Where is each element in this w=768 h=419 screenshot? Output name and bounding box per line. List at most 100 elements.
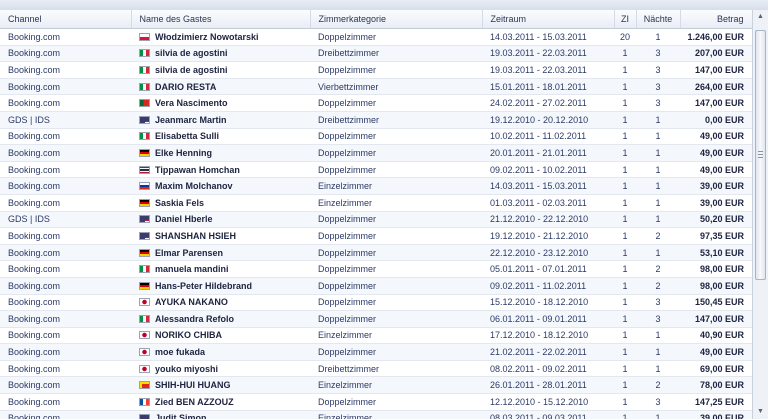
table-row[interactable]: Booking.com moe fukada Doppelzimmer 21.02.2…: [0, 343, 752, 361]
cell-zi: 1: [614, 260, 636, 278]
table-row[interactable]: Booking.com Saskia Fels Einzelzimmer 01.03.…: [0, 194, 752, 212]
cell-period: 21.02.2011 - 22.02.2011: [482, 343, 614, 361]
cell-period: 22.12.2010 - 23.12.2010: [482, 244, 614, 262]
cell-channel: Booking.com: [0, 260, 131, 278]
cell-category: Dreibettzimmer: [310, 45, 482, 63]
cell-zi: 1: [614, 393, 636, 411]
table-row[interactable]: Booking.com Alessandra Refolo Doppelzimmer…: [0, 310, 752, 328]
cell-nights: 1: [636, 343, 680, 361]
column-header-category[interactable]: Zimmerkategorie: [310, 10, 483, 29]
table-row[interactable]: Booking.com Maxim Molchanov Einzelzimmer 14…: [0, 177, 752, 195]
cell-period: 14.03.2011 - 15.03.2011: [482, 28, 614, 46]
guest-name: Włodzimierz Nowotarski: [155, 31, 259, 42]
column-header-channel[interactable]: Channel: [0, 10, 132, 29]
china-flag-icon: [139, 381, 150, 390]
usa-flag-icon: [139, 231, 150, 240]
cell-zi: 1: [614, 294, 636, 312]
scrollbar-thumb[interactable]: [755, 30, 766, 280]
guest-name: Saskia Fels: [155, 197, 205, 208]
cell-period: 08.02.2011 - 09.02.2011: [482, 360, 614, 378]
japan-flag-icon: [139, 331, 150, 340]
table-row[interactable]: GDS | IDS Jeanmarc Martin Dreibettzimmer 19…: [0, 111, 752, 129]
guest-name: Elisabetta Sulli: [155, 131, 220, 142]
cell-nights: 3: [636, 45, 680, 63]
table-row[interactable]: Booking.com SHIH-HUI HUANG Einzelzimmer 26.…: [0, 376, 752, 395]
cell-period: 15.01.2011 - 18.01.2011: [482, 78, 614, 96]
table-row[interactable]: Booking.com youko miyoshi Dreibettzimmer 08…: [0, 360, 752, 378]
guest-name: Elke Henning: [155, 147, 213, 158]
guest-name: AYUKA NAKANO: [155, 297, 228, 308]
cell-zi: 1: [614, 144, 636, 162]
table-row[interactable]: GDS | IDS Daniel Hberle Doppelzimmer 21.12.…: [0, 211, 752, 229]
column-header-zi[interactable]: ZI: [614, 10, 637, 29]
cell-nights: 3: [636, 393, 680, 411]
cell-amount: 147,25 EUR: [680, 393, 752, 411]
guest-name: Vera Nascimento: [155, 98, 228, 109]
cell-amount: 49,00 EUR: [680, 161, 752, 179]
column-header-period[interactable]: Zeitraum: [482, 10, 615, 29]
table-row[interactable]: Booking.com Judit Simon Einzelzimmer 08.03.…: [0, 410, 752, 419]
cell-channel: Booking.com: [0, 128, 131, 146]
germany-flag-icon: [139, 281, 150, 290]
table-row[interactable]: Booking.com Vera Nascimento Doppelzimmer 24…: [0, 94, 752, 112]
italy-flag-icon: [139, 132, 150, 141]
cell-channel: Booking.com: [0, 94, 131, 112]
table-row[interactable]: Booking.com Tippawan Homchan Doppelzimmer 0…: [0, 161, 752, 179]
cell-nights: 3: [636, 310, 680, 328]
table-row[interactable]: Booking.com Włodzimierz Nowotarski Doppelz…: [0, 28, 752, 46]
cell-guest: Zied BEN AZZOUZ: [131, 393, 310, 411]
cell-period: 09.02.2011 - 10.02.2011: [482, 161, 614, 179]
table-row[interactable]: Booking.com silvia de agostini Dreibettzim…: [0, 45, 752, 63]
italy-flag-icon: [139, 65, 150, 74]
cell-amount: 97,35 EUR: [680, 227, 752, 245]
guest-name: moe fukada: [155, 347, 206, 358]
cell-zi: 1: [614, 410, 636, 419]
cell-period: 24.02.2011 - 27.02.2011: [482, 94, 614, 112]
cell-zi: 1: [614, 310, 636, 328]
cell-zi: 1: [614, 244, 636, 262]
cell-guest: Daniel Hberle: [131, 211, 310, 229]
table-row[interactable]: Booking.com manuela mandini Doppelzimmer 05…: [0, 260, 752, 278]
cell-guest: Elisabetta Sulli: [131, 128, 310, 146]
scroll-up-arrow-icon[interactable]: ▲: [753, 10, 768, 24]
column-header-guest[interactable]: Name des Gastes: [131, 10, 311, 29]
cell-nights: 1: [636, 144, 680, 162]
cell-zi: 1: [614, 61, 636, 79]
scroll-down-arrow-icon[interactable]: ▼: [753, 405, 768, 419]
cell-zi: 1: [614, 211, 636, 229]
guest-name: silvia de agostini: [155, 64, 228, 75]
column-header-amount[interactable]: Betrag: [680, 10, 752, 29]
table-row[interactable]: Booking.com DARIO RESTA Vierbettzimmer 15.0…: [0, 78, 752, 96]
table-row[interactable]: Booking.com silvia de agostini Doppelzimme…: [0, 61, 752, 79]
cell-nights: 2: [636, 376, 680, 395]
cell-nights: 1: [636, 111, 680, 129]
table-row[interactable]: Booking.com NORIKO CHIBA Einzelzimmer 17.12…: [0, 327, 752, 345]
cell-zi: 1: [614, 376, 636, 395]
cell-channel: Booking.com: [0, 327, 131, 345]
cell-nights: 1: [636, 360, 680, 378]
cell-amount: 207,00 EUR: [680, 45, 752, 63]
cell-zi: 1: [614, 227, 636, 245]
cell-period: 06.01.2011 - 09.01.2011: [482, 310, 614, 328]
guest-name: Hans-Peter Hildebrand: [155, 280, 253, 291]
table-row[interactable]: Booking.com Zied BEN AZZOUZ Doppelzimmer 12…: [0, 393, 752, 411]
cell-channel: Booking.com: [0, 61, 131, 79]
table-row[interactable]: Booking.com Elisabetta Sulli Doppelzimmer 1…: [0, 128, 752, 146]
cell-category: Doppelzimmer: [310, 211, 482, 229]
cell-nights: 1: [636, 327, 680, 345]
cell-zi: 1: [614, 161, 636, 179]
cell-category: Dreibettzimmer: [310, 360, 482, 378]
cell-nights: 1: [636, 128, 680, 146]
cell-guest: Alessandra Refolo: [131, 310, 310, 328]
vertical-scrollbar[interactable]: ▲ ▼: [752, 10, 768, 419]
column-header-nights[interactable]: Nächte: [636, 10, 681, 29]
cell-category: Doppelzimmer: [310, 128, 482, 146]
table-row[interactable]: Booking.com SHANSHAN HSIEH Doppelzimmer 19.…: [0, 227, 752, 245]
table-row[interactable]: Booking.com Hans-Peter Hildebrand Doppelzi…: [0, 277, 752, 295]
table-row[interactable]: Booking.com Elke Henning Doppelzimmer 20.01…: [0, 144, 752, 162]
cell-channel: Booking.com: [0, 410, 131, 419]
cell-amount: 98,00 EUR: [680, 260, 752, 278]
table-row[interactable]: Booking.com Elmar Parensen Doppelzimmer 22.…: [0, 244, 752, 262]
cell-category: Doppelzimmer: [310, 244, 482, 262]
table-row[interactable]: Booking.com AYUKA NAKANO Doppelzimmer 15.12…: [0, 294, 752, 312]
